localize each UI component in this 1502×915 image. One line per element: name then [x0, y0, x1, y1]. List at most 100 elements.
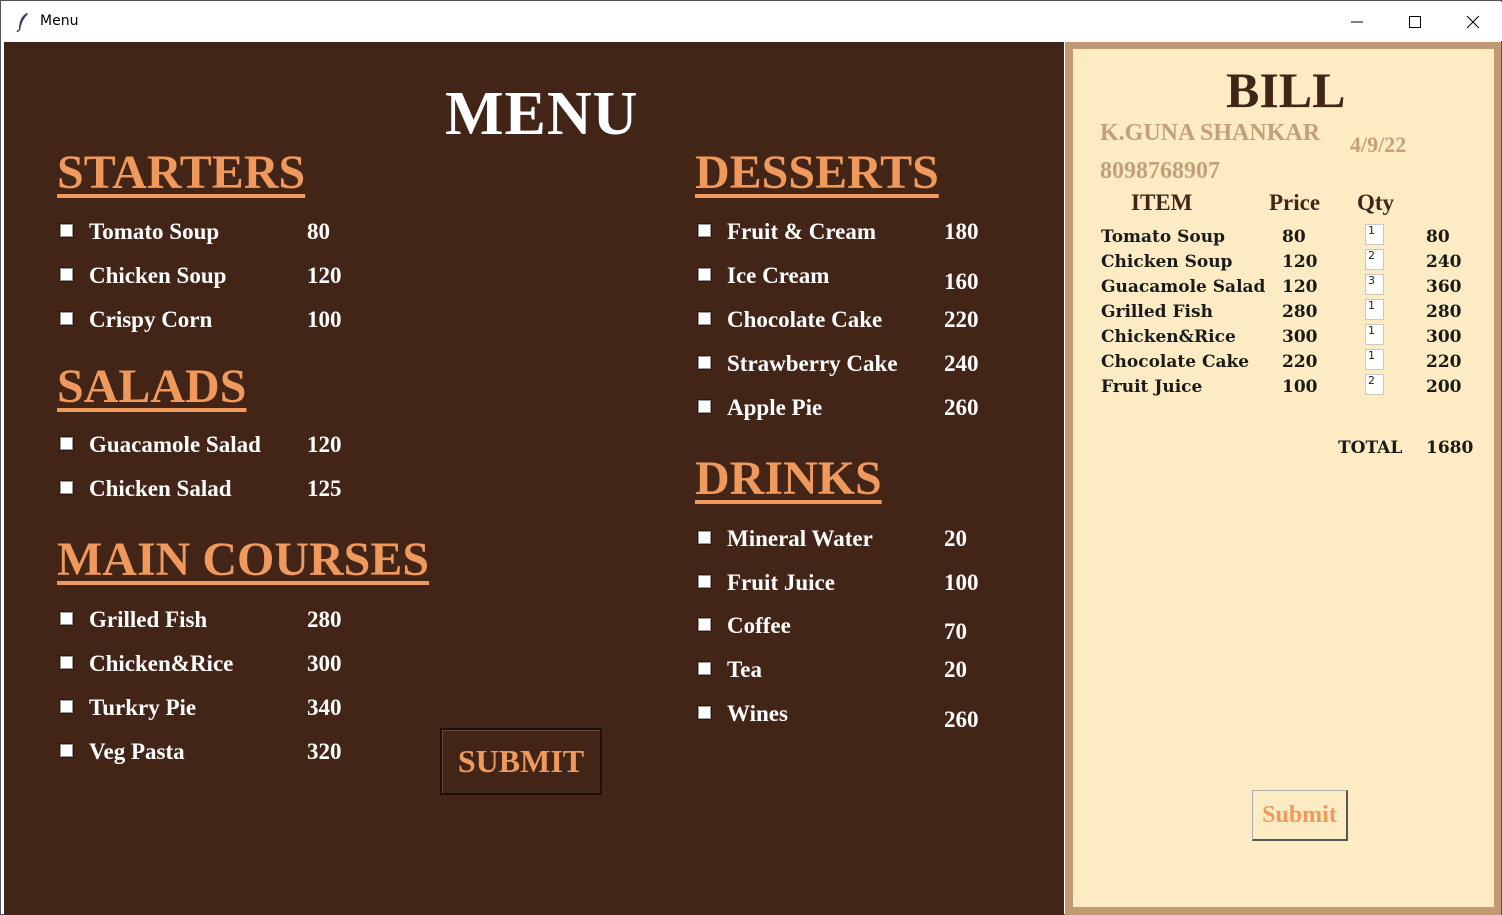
- item-name: Wines: [727, 701, 788, 726]
- bill-amount: 280: [1426, 302, 1462, 322]
- bill-date: 4/9/22: [1350, 132, 1407, 157]
- item-price: 100: [944, 570, 979, 595]
- checkbox[interactable]: [59, 655, 74, 670]
- checkbox[interactable]: [59, 311, 74, 326]
- qty-input[interactable]: 1: [1365, 299, 1384, 320]
- bill-price: 280: [1282, 302, 1318, 322]
- item-name: Chocolate Cake: [727, 307, 883, 332]
- bill-item: Chocolate Cake: [1101, 352, 1250, 372]
- qty-input[interactable]: 1: [1365, 324, 1384, 345]
- qty-input[interactable]: 1: [1365, 224, 1384, 245]
- bill-item: Grilled Fish: [1101, 302, 1213, 322]
- bill-item: Chicken Soup: [1101, 252, 1233, 272]
- minimize-button[interactable]: [1328, 3, 1386, 41]
- qty-input[interactable]: 3: [1365, 274, 1384, 295]
- bill-price: 220: [1282, 352, 1318, 372]
- minimize-icon: [1351, 21, 1363, 23]
- checkbox[interactable]: [697, 223, 712, 238]
- item-name: Veg Pasta: [89, 739, 185, 764]
- bill-price: 120: [1282, 277, 1318, 297]
- desserts-heading: DESSERTS: [695, 146, 939, 199]
- close-button[interactable]: [1444, 3, 1502, 41]
- maximize-button[interactable]: [1386, 3, 1444, 41]
- checkbox[interactable]: [697, 574, 712, 589]
- checkbox[interactable]: [697, 399, 712, 414]
- checkbox[interactable]: [697, 661, 712, 676]
- bill-price: 120: [1282, 252, 1318, 272]
- qty-input[interactable]: 2: [1365, 374, 1384, 395]
- total-value: 1680: [1426, 438, 1474, 458]
- qty-input[interactable]: 1: [1365, 349, 1384, 370]
- bill-amount: 220: [1426, 352, 1462, 372]
- bill-amount: 300: [1426, 327, 1462, 347]
- item-name: Strawberry Cake: [727, 351, 898, 376]
- item-price: 20: [944, 657, 967, 682]
- bill-amount: 360: [1426, 277, 1462, 297]
- checkbox[interactable]: [697, 355, 712, 370]
- item-name: Tomato Soup: [89, 219, 220, 244]
- checkbox[interactable]: [697, 705, 712, 720]
- starters-heading: STARTERS: [57, 146, 306, 199]
- total-label: TOTAL: [1338, 438, 1403, 458]
- item-name: Chicken&Rice: [89, 651, 234, 676]
- checkbox[interactable]: [697, 267, 712, 282]
- checkbox[interactable]: [59, 480, 74, 495]
- close-icon: [1466, 15, 1480, 29]
- bill-price: 80: [1282, 227, 1306, 247]
- item-price: 220: [944, 307, 979, 332]
- item-price: 70: [944, 619, 967, 644]
- menu-title: MENU: [445, 80, 639, 148]
- item-name: Chicken Salad: [89, 476, 232, 501]
- bill-title: BILL: [1226, 62, 1346, 118]
- item-price: 160: [944, 269, 979, 294]
- drinks-heading: DRINKS: [695, 452, 882, 505]
- item-price: 120: [307, 432, 342, 457]
- item-price: 260: [944, 395, 979, 420]
- checkbox[interactable]: [697, 311, 712, 326]
- bill-amount: 80: [1426, 227, 1450, 247]
- item-price: 300: [307, 651, 342, 676]
- item-price: 180: [944, 219, 979, 244]
- checkbox[interactable]: [697, 617, 712, 632]
- bill-submit-button[interactable]: Submit: [1252, 790, 1348, 841]
- item-name: Turkry Pie: [89, 695, 197, 720]
- bill-item: Guacamole Salad: [1101, 277, 1266, 297]
- item-price: 80: [307, 219, 330, 244]
- item-price: 240: [944, 351, 979, 376]
- bill-item: Chicken&Rice: [1101, 327, 1236, 347]
- item-price: 120: [307, 263, 342, 288]
- item-name: Fruit & Cream: [727, 219, 877, 244]
- checkbox[interactable]: [59, 743, 74, 758]
- item-name: Fruit Juice: [727, 570, 835, 595]
- item-price: 280: [307, 607, 342, 632]
- window-title: Menu: [40, 13, 79, 29]
- header-price: Price: [1269, 190, 1321, 215]
- checkbox[interactable]: [59, 267, 74, 282]
- item-name: Apple Pie: [727, 395, 823, 420]
- customer-name: K.GUNA SHANKAR: [1100, 120, 1321, 146]
- salads-heading: SALADS: [57, 360, 247, 413]
- qty-input[interactable]: 2: [1365, 249, 1384, 270]
- item-price: 100: [307, 307, 342, 332]
- checkbox[interactable]: [59, 223, 74, 238]
- header-item: ITEM: [1131, 190, 1193, 215]
- checkbox[interactable]: [697, 530, 712, 545]
- submit-button[interactable]: SUBMIT: [440, 728, 602, 795]
- bill-amount: 240: [1426, 252, 1462, 272]
- item-price: 125: [307, 476, 342, 501]
- item-name: Mineral Water: [727, 526, 873, 551]
- item-name: Crispy Corn: [89, 307, 213, 332]
- item-name: Tea: [727, 657, 762, 682]
- main-courses-heading: MAIN COURSES: [57, 533, 430, 586]
- app-window: Menu MENU STARTERS Tomato Soup 80 Chicke…: [0, 0, 1502, 915]
- item-name: Ice Cream: [727, 263, 830, 288]
- checkbox[interactable]: [59, 699, 74, 714]
- checkbox[interactable]: [59, 611, 74, 626]
- checkbox[interactable]: [59, 436, 74, 451]
- bill-price: 100: [1282, 377, 1318, 397]
- item-price: 340: [307, 695, 342, 720]
- item-price: 20: [944, 526, 967, 551]
- feather-icon: [16, 13, 28, 32]
- bill-item: Tomato Soup: [1101, 227, 1226, 247]
- item-name: Guacamole Salad: [89, 432, 261, 457]
